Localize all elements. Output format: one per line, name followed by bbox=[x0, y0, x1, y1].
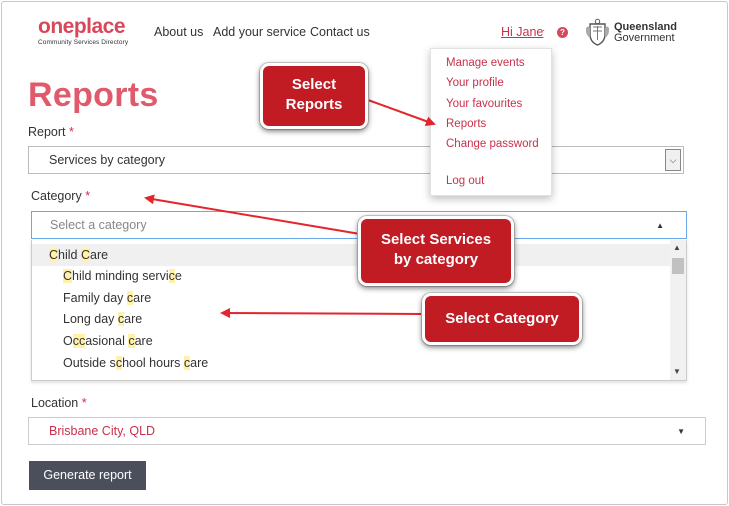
user-menu-toggle[interactable]: Hi Jane bbox=[501, 25, 543, 39]
required-marker: * bbox=[81, 396, 87, 410]
required-marker: * bbox=[85, 189, 91, 203]
report-select[interactable]: Services by category ⌵ bbox=[28, 146, 684, 174]
callout-select-category: Select Category bbox=[422, 293, 582, 345]
nav-contact-us[interactable]: Contact us bbox=[310, 25, 370, 39]
menu-item-log-out[interactable]: Log out bbox=[446, 175, 484, 187]
category-label-text: Category bbox=[31, 189, 82, 203]
user-dropdown-menu: Manage events Your profile Your favourit… bbox=[430, 48, 552, 196]
generate-report-button[interactable]: Generate report bbox=[29, 461, 146, 490]
page-title: Reports bbox=[28, 76, 159, 114]
category-group-child-care[interactable]: Child Care bbox=[32, 244, 672, 266]
help-icon[interactable]: ? bbox=[557, 27, 568, 38]
scroll-up-icon[interactable]: ▲ bbox=[673, 243, 681, 252]
caret-down-icon[interactable]: ▼ bbox=[677, 427, 685, 436]
callout-line: Reports bbox=[285, 96, 343, 113]
required-marker: * bbox=[69, 125, 74, 139]
gov-logo-line2: Government bbox=[614, 32, 675, 44]
category-placeholder: Select a category bbox=[50, 218, 147, 232]
logo-text: oneplace bbox=[38, 15, 126, 38]
arrow-to-reports bbox=[367, 99, 436, 126]
category-label: Category * bbox=[31, 189, 90, 203]
queensland-government-logo: Queensland Government bbox=[614, 22, 677, 44]
logo-subtext: Community Services Directory bbox=[38, 39, 129, 46]
location-select-value: Brisbane City, QLD bbox=[49, 424, 156, 438]
menu-item-reports[interactable]: Reports bbox=[446, 118, 486, 130]
menu-item-your-profile[interactable]: Your profile bbox=[446, 77, 504, 89]
menu-item-your-favourites[interactable]: Your favourites bbox=[446, 98, 522, 110]
callout-line: Select bbox=[291, 76, 337, 93]
chevron-down-icon[interactable]: ⌵ bbox=[665, 149, 681, 171]
location-label-text: Location bbox=[31, 396, 79, 410]
caret-up-icon[interactable]: ▲ bbox=[656, 221, 664, 230]
callout-line: Select Services bbox=[380, 231, 492, 248]
location-label: Location * bbox=[31, 396, 87, 410]
callout-line: by category bbox=[393, 251, 479, 268]
category-option[interactable]: Long day care bbox=[63, 312, 142, 326]
report-label-text: Report bbox=[28, 125, 66, 139]
menu-item-manage-events[interactable]: Manage events bbox=[446, 57, 525, 69]
category-scrollbar[interactable]: ▲ ▼ bbox=[670, 240, 686, 380]
menu-item-change-password[interactable]: Change password bbox=[446, 138, 539, 150]
report-label: Report * bbox=[28, 125, 74, 139]
category-option[interactable]: Family day care bbox=[63, 291, 151, 305]
scroll-down-icon[interactable]: ▼ bbox=[673, 367, 681, 376]
queensland-crest-icon bbox=[586, 18, 609, 46]
callout-select-services: Select Services by category bbox=[358, 216, 514, 286]
oneplace-logo[interactable]: oneplace Community Services Directory bbox=[38, 15, 129, 47]
location-select[interactable]: Brisbane City, QLD ▼ bbox=[28, 417, 706, 445]
app-window: oneplace Community Services Directory Ab… bbox=[1, 1, 728, 505]
callout-select-reports: Select Reports bbox=[260, 63, 368, 129]
category-option[interactable]: Outside school hours care bbox=[63, 356, 208, 370]
nav-about-us[interactable]: About us bbox=[154, 25, 203, 39]
user-menu-caret[interactable]: · bbox=[542, 25, 545, 36]
nav-add-your-service[interactable]: Add your service bbox=[213, 25, 306, 39]
report-select-value: Services by category bbox=[49, 153, 166, 167]
category-option[interactable]: Occasional care bbox=[63, 334, 153, 348]
scrollbar-thumb[interactable] bbox=[672, 258, 684, 274]
category-option[interactable]: Child minding service bbox=[63, 269, 182, 283]
